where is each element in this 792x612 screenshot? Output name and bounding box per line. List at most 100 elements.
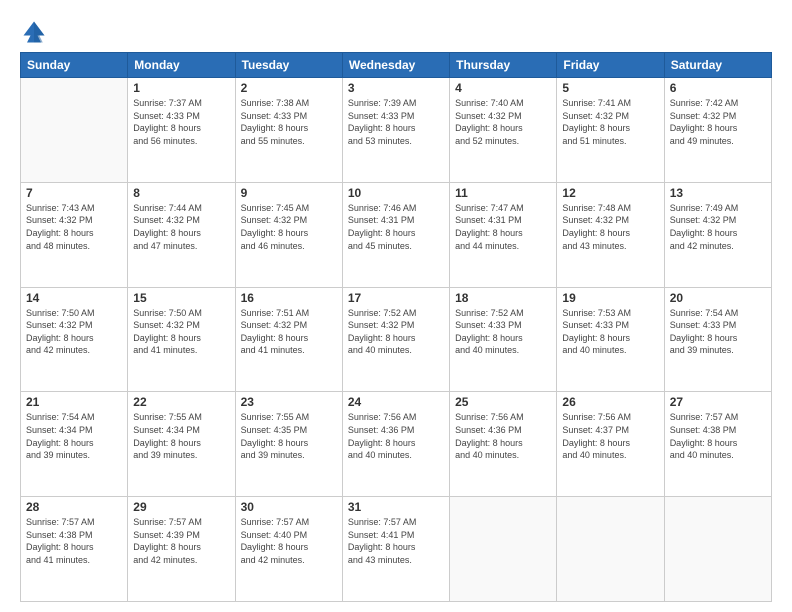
day-number: 18 [455,291,551,305]
calendar-cell: 5 Sunrise: 7:41 AM Sunset: 4:32 PM Daylig… [557,78,664,183]
calendar-cell: 12 Sunrise: 7:48 AM Sunset: 4:32 PM Dayli… [557,182,664,287]
day-number: 12 [562,186,658,200]
cell-info: Sunrise: 7:57 AM Sunset: 4:41 PM Dayligh… [348,516,444,566]
page: SundayMondayTuesdayWednesdayThursdayFrid… [0,0,792,612]
day-number: 5 [562,81,658,95]
calendar-cell: 1 Sunrise: 7:37 AM Sunset: 4:33 PM Daylig… [128,78,235,183]
cell-info: Sunrise: 7:56 AM Sunset: 4:37 PM Dayligh… [562,411,658,461]
calendar-cell: 26 Sunrise: 7:56 AM Sunset: 4:37 PM Dayli… [557,392,664,497]
weekday-header-row: SundayMondayTuesdayWednesdayThursdayFrid… [21,53,772,78]
calendar-cell: 6 Sunrise: 7:42 AM Sunset: 4:32 PM Daylig… [664,78,771,183]
cell-info: Sunrise: 7:55 AM Sunset: 4:34 PM Dayligh… [133,411,229,461]
cell-info: Sunrise: 7:50 AM Sunset: 4:32 PM Dayligh… [133,307,229,357]
day-number: 2 [241,81,337,95]
day-number: 29 [133,500,229,514]
weekday-friday: Friday [557,53,664,78]
calendar-cell: 11 Sunrise: 7:47 AM Sunset: 4:31 PM Dayli… [450,182,557,287]
calendar-cell [450,497,557,602]
calendar-cell: 9 Sunrise: 7:45 AM Sunset: 4:32 PM Daylig… [235,182,342,287]
calendar-cell: 31Sunrise: 7:57 AM Sunset: 4:41 PM Dayli… [342,497,449,602]
calendar-cell: 4 Sunrise: 7:40 AM Sunset: 4:32 PM Daylig… [450,78,557,183]
cell-info: Sunrise: 7:50 AM Sunset: 4:32 PM Dayligh… [26,307,122,357]
calendar-cell: 8 Sunrise: 7:44 AM Sunset: 4:32 PM Daylig… [128,182,235,287]
calendar-cell: 20 Sunrise: 7:54 AM Sunset: 4:33 PM Dayli… [664,287,771,392]
day-number: 8 [133,186,229,200]
day-number: 27 [670,395,766,409]
calendar-cell: 29 Sunrise: 7:57 AM Sunset: 4:39 PM Dayli… [128,497,235,602]
calendar-cell: 15 Sunrise: 7:50 AM Sunset: 4:32 PM Dayli… [128,287,235,392]
logo-icon [20,18,48,46]
day-number: 7 [26,186,122,200]
calendar-cell: 19Sunrise: 7:53 AM Sunset: 4:33 PM Dayli… [557,287,664,392]
cell-info: Sunrise: 7:54 AM Sunset: 4:33 PM Dayligh… [670,307,766,357]
week-row-1: 7 Sunrise: 7:43 AM Sunset: 4:32 PM Daylig… [21,182,772,287]
cell-info: Sunrise: 7:39 AM Sunset: 4:33 PM Dayligh… [348,97,444,147]
calendar-cell: 17Sunrise: 7:52 AM Sunset: 4:32 PM Dayli… [342,287,449,392]
calendar-cell [664,497,771,602]
cell-info: Sunrise: 7:43 AM Sunset: 4:32 PM Dayligh… [26,202,122,252]
day-number: 21 [26,395,122,409]
day-number: 3 [348,81,444,95]
calendar-cell: 21 Sunrise: 7:54 AM Sunset: 4:34 PM Dayli… [21,392,128,497]
weekday-sunday: Sunday [21,53,128,78]
calendar-cell: 27 Sunrise: 7:57 AM Sunset: 4:38 PM Dayli… [664,392,771,497]
day-number: 19 [562,291,658,305]
calendar-cell: 22 Sunrise: 7:55 AM Sunset: 4:34 PM Dayli… [128,392,235,497]
cell-info: Sunrise: 7:57 AM Sunset: 4:38 PM Dayligh… [670,411,766,461]
calendar-cell: 24Sunrise: 7:56 AM Sunset: 4:36 PM Dayli… [342,392,449,497]
day-number: 20 [670,291,766,305]
day-number: 4 [455,81,551,95]
day-number: 10 [348,186,444,200]
cell-info: Sunrise: 7:45 AM Sunset: 4:32 PM Dayligh… [241,202,337,252]
calendar-cell: 23Sunrise: 7:55 AM Sunset: 4:35 PM Dayli… [235,392,342,497]
cell-info: Sunrise: 7:57 AM Sunset: 4:40 PM Dayligh… [241,516,337,566]
calendar-cell: 14 Sunrise: 7:50 AM Sunset: 4:32 PM Dayli… [21,287,128,392]
cell-info: Sunrise: 7:42 AM Sunset: 4:32 PM Dayligh… [670,97,766,147]
day-number: 15 [133,291,229,305]
weekday-thursday: Thursday [450,53,557,78]
day-number: 1 [133,81,229,95]
cell-info: Sunrise: 7:48 AM Sunset: 4:32 PM Dayligh… [562,202,658,252]
week-row-2: 14 Sunrise: 7:50 AM Sunset: 4:32 PM Dayli… [21,287,772,392]
day-number: 11 [455,186,551,200]
cell-info: Sunrise: 7:40 AM Sunset: 4:32 PM Dayligh… [455,97,551,147]
logo [20,18,52,46]
calendar-cell: 30Sunrise: 7:57 AM Sunset: 4:40 PM Dayli… [235,497,342,602]
day-number: 22 [133,395,229,409]
day-number: 14 [26,291,122,305]
day-number: 6 [670,81,766,95]
cell-info: Sunrise: 7:44 AM Sunset: 4:32 PM Dayligh… [133,202,229,252]
day-number: 28 [26,500,122,514]
cell-info: Sunrise: 7:46 AM Sunset: 4:31 PM Dayligh… [348,202,444,252]
calendar-cell: 13Sunrise: 7:49 AM Sunset: 4:32 PM Dayli… [664,182,771,287]
day-number: 23 [241,395,337,409]
cell-info: Sunrise: 7:57 AM Sunset: 4:39 PM Dayligh… [133,516,229,566]
calendar-cell: 7 Sunrise: 7:43 AM Sunset: 4:32 PM Daylig… [21,182,128,287]
weekday-monday: Monday [128,53,235,78]
cell-info: Sunrise: 7:47 AM Sunset: 4:31 PM Dayligh… [455,202,551,252]
calendar-cell [21,78,128,183]
calendar-cell: 25Sunrise: 7:56 AM Sunset: 4:36 PM Dayli… [450,392,557,497]
week-row-3: 21 Sunrise: 7:54 AM Sunset: 4:34 PM Dayli… [21,392,772,497]
cell-info: Sunrise: 7:57 AM Sunset: 4:38 PM Dayligh… [26,516,122,566]
calendar-cell: 28 Sunrise: 7:57 AM Sunset: 4:38 PM Dayli… [21,497,128,602]
cell-info: Sunrise: 7:49 AM Sunset: 4:32 PM Dayligh… [670,202,766,252]
header [20,18,772,46]
cell-info: Sunrise: 7:54 AM Sunset: 4:34 PM Dayligh… [26,411,122,461]
cell-info: Sunrise: 7:52 AM Sunset: 4:33 PM Dayligh… [455,307,551,357]
cell-info: Sunrise: 7:51 AM Sunset: 4:32 PM Dayligh… [241,307,337,357]
calendar-cell: 10 Sunrise: 7:46 AM Sunset: 4:31 PM Dayli… [342,182,449,287]
weekday-saturday: Saturday [664,53,771,78]
calendar-cell: 2 Sunrise: 7:38 AM Sunset: 4:33 PM Daylig… [235,78,342,183]
cell-info: Sunrise: 7:37 AM Sunset: 4:33 PM Dayligh… [133,97,229,147]
day-number: 26 [562,395,658,409]
calendar-cell: 3 Sunrise: 7:39 AM Sunset: 4:33 PM Daylig… [342,78,449,183]
day-number: 24 [348,395,444,409]
day-number: 17 [348,291,444,305]
weekday-wednesday: Wednesday [342,53,449,78]
cell-info: Sunrise: 7:41 AM Sunset: 4:32 PM Dayligh… [562,97,658,147]
day-number: 25 [455,395,551,409]
cell-info: Sunrise: 7:38 AM Sunset: 4:33 PM Dayligh… [241,97,337,147]
weekday-tuesday: Tuesday [235,53,342,78]
day-number: 9 [241,186,337,200]
